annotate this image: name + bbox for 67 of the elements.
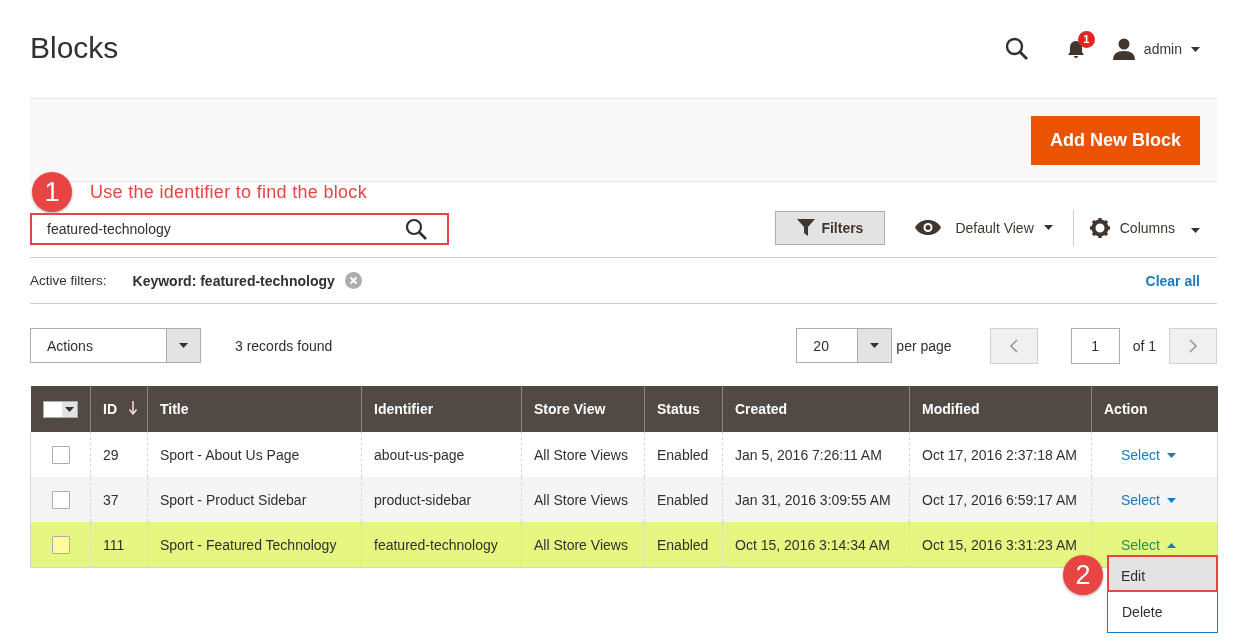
active-filters-label: Active filters: [30,273,107,288]
search-icon[interactable] [405,217,427,240]
chevron-left-icon [1009,338,1018,353]
add-new-block-button[interactable]: Add New Block [1030,115,1200,165]
annotation-text: Use the identifier to find the block [90,181,367,203]
column-header[interactable]: Status [644,386,723,432]
caret-icon [1043,225,1053,230]
table-cell: Enabled [644,522,723,568]
table-cell: Sport - Featured Technology [147,522,362,568]
bell-icon[interactable] [1066,39,1085,59]
remove-icon[interactable] [344,272,362,289]
table-cell: Oct 17, 2016 6:59:17 AM [909,477,1092,522]
column-header[interactable]: Title [147,386,362,432]
actions-dropdown[interactable]: Actions [30,328,201,363]
caret-icon [1191,227,1200,233]
table-cell: 111 [90,522,148,568]
select-link[interactable]: Select [1121,446,1176,463]
table-cell: Jan 31, 2016 3:09:55 AM [722,477,910,522]
keyword-filter-label: Keyword: featured-technology [132,272,335,289]
row-checkbox[interactable] [51,490,70,509]
caret-icon [64,406,74,412]
column-header[interactable]: Modified [909,386,1092,432]
column-header[interactable]: Store View [521,386,645,432]
table-cell: All Store Views [521,522,645,568]
step-number-badge: 1 [32,172,72,212]
table-cell: All Store Views [521,477,645,522]
next-page-button[interactable] [1169,327,1217,364]
search-field[interactable]: featured-technology [30,212,449,245]
funnel-icon [797,219,816,236]
columns-menu[interactable]: Columns [1119,219,1175,236]
page-number-field[interactable]: 1 [1070,327,1120,364]
view-selector[interactable]: Default View [955,219,1034,236]
column-header[interactable]: ID [90,386,148,432]
page-total: of 1 [1132,337,1156,354]
caret-icon [1191,46,1200,52]
select-all-checkbox[interactable] [42,400,78,418]
records-count: 3 records found [235,337,333,354]
caret-icon [179,343,188,348]
table-cell: 37 [90,477,148,522]
menu-item[interactable]: Delete [1108,594,1217,630]
table-cell: featured-technology [361,522,522,568]
per-page-label: per page [896,337,952,354]
clear-all-link[interactable]: Clear all [1145,272,1200,289]
user-icon [1112,38,1135,60]
filters-button[interactable]: Filters [775,210,886,245]
search-icon[interactable] [1004,37,1029,61]
menu-item[interactable]: Edit [1107,555,1218,592]
chevron-right-icon [1189,338,1197,353]
notification-count: 1 [1077,30,1095,48]
row-checkbox[interactable] [51,535,70,554]
table-cell: Sport - Product Sidebar [147,477,362,522]
caret-icon [870,343,880,348]
gear-icon [1089,217,1110,238]
column-header[interactable]: Action [1091,386,1218,432]
page-title: Blocks [30,31,120,65]
select-link[interactable]: Select [1121,536,1176,553]
column-header[interactable]: Identifier [361,386,522,432]
user-menu[interactable]: admin [1143,41,1182,57]
eye-icon [915,220,942,235]
row-checkbox[interactable] [51,445,70,464]
table-cell: Oct 15, 2016 3:14:34 AM [722,522,910,568]
per-page-dropdown[interactable]: 20 [796,328,893,363]
column-header[interactable]: Created [722,386,910,432]
previous-page-button[interactable] [989,327,1038,364]
select-link[interactable]: Select [1121,491,1176,508]
table-cell: product-sidebar [361,477,522,522]
table-cell: Enabled [644,477,723,522]
